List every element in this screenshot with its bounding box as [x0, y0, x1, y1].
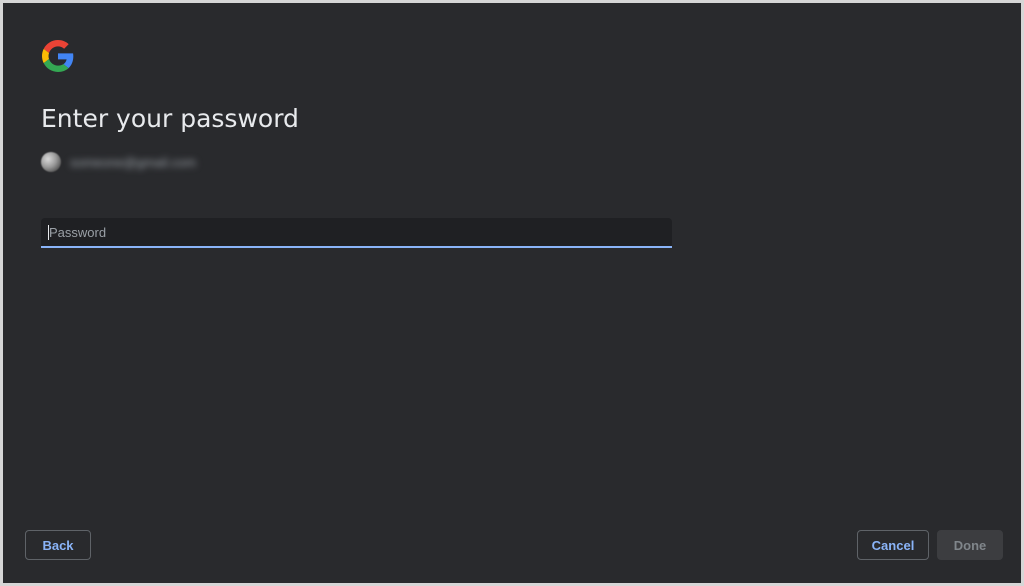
text-cursor	[48, 225, 49, 240]
back-button[interactable]: Back	[25, 530, 91, 560]
signin-window: Enter your password someone@gmail.com Ba…	[0, 0, 1024, 586]
account-chip: someone@gmail.com	[41, 151, 196, 173]
done-button[interactable]: Done	[937, 530, 1003, 560]
password-input[interactable]	[41, 218, 672, 246]
google-logo-icon	[42, 40, 74, 72]
password-field[interactable]	[41, 218, 672, 248]
avatar-icon	[41, 152, 61, 172]
cancel-button[interactable]: Cancel	[857, 530, 929, 560]
account-email: someone@gmail.com	[70, 154, 196, 170]
page-title: Enter your password	[41, 104, 299, 133]
